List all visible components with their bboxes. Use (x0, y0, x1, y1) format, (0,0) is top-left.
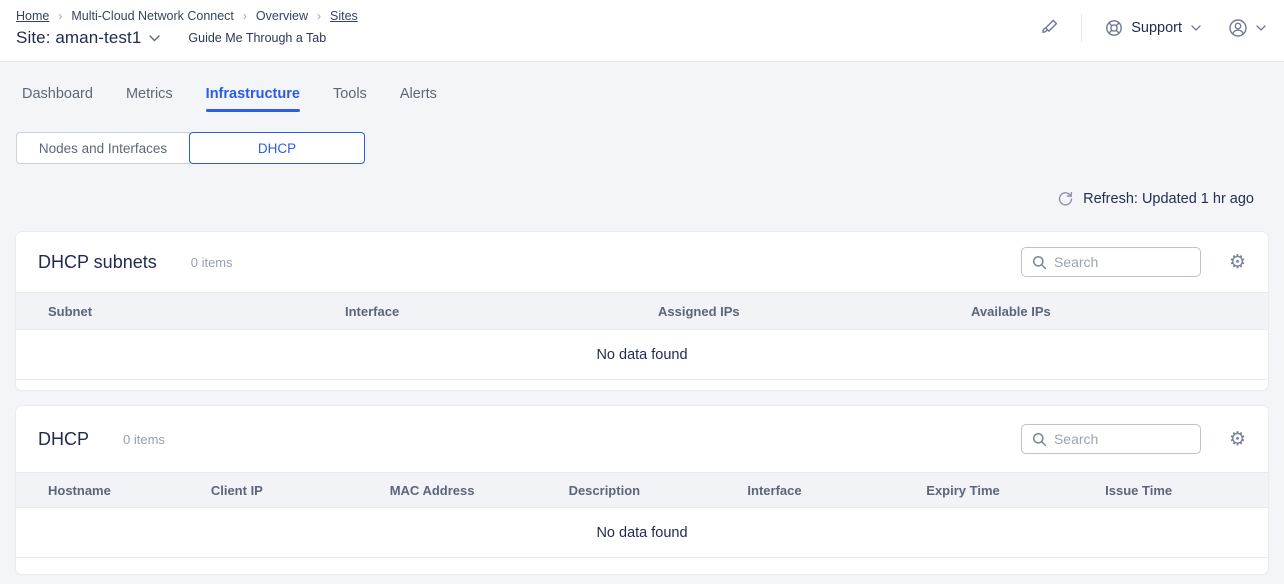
tab-metrics[interactable]: Metrics (126, 86, 173, 112)
header-actions: Support (1039, 14, 1266, 42)
breadcrumb-mcn-connect: Multi-Cloud Network Connect (71, 9, 234, 23)
breadcrumb-separator: › (58, 9, 62, 23)
table-settings-gear-icon[interactable]: ⚙ (1229, 430, 1246, 449)
column-header-mac-address: MAC Address (374, 483, 553, 498)
breadcrumb-sites[interactable]: Sites (330, 9, 358, 23)
column-header-expiry-time: Expiry Time (910, 483, 1089, 498)
column-header-client-ip: Client IP (195, 483, 374, 498)
tab-tools[interactable]: Tools (333, 86, 367, 112)
column-header-assigned-ips: Assigned IPs (642, 304, 955, 319)
refresh-button[interactable]: Refresh: Updated 1 hr ago (1057, 190, 1254, 207)
dhcp-subnets-empty-state: No data found (16, 330, 1268, 380)
subtab-nodes-and-interfaces[interactable]: Nodes and Interfaces (16, 132, 190, 164)
column-header-available-ips: Available IPs (955, 304, 1268, 319)
search-icon (1032, 255, 1047, 270)
guide-me-button[interactable]: Guide Me Through a Tab (188, 31, 326, 45)
breadcrumb-overview: Overview (256, 9, 308, 23)
breadcrumb-separator: › (317, 9, 321, 23)
dhcp-search (1021, 424, 1201, 454)
column-header-subnet: Subnet (16, 304, 329, 319)
column-header-description: Description (553, 483, 732, 498)
dhcp-panel-header: DHCP 0 items ⚙ (16, 406, 1268, 472)
dhcp-subnets-table-footer (16, 380, 1268, 390)
support-menu-button[interactable]: Support (1104, 18, 1201, 38)
paintbrush-icon (1039, 17, 1061, 39)
dhcp-panel: DHCP 0 items ⚙ Hostname Client IP MAC Ad… (16, 406, 1268, 574)
lifebuoy-icon (1104, 18, 1124, 38)
dhcp-subnets-panel: DHCP subnets 0 items ⚙ Subnet Interface … (16, 232, 1268, 390)
account-chevron-down-icon (1256, 25, 1266, 31)
search-icon (1032, 432, 1047, 447)
column-header-interface: Interface (329, 304, 642, 319)
dhcp-title: DHCP (38, 429, 89, 450)
dhcp-subnets-search (1021, 247, 1201, 277)
subtab-dhcp[interactable]: DHCP (189, 132, 365, 164)
support-chevron-down-icon (1191, 25, 1201, 31)
infrastructure-subtab-group: Nodes and Interfaces DHCP (16, 132, 365, 164)
column-header-issue-time: Issue Time (1089, 483, 1268, 498)
refresh-row: Refresh: Updated 1 hr ago (0, 190, 1254, 207)
refresh-label: Refresh: Updated 1 hr ago (1083, 191, 1254, 207)
search-input[interactable] (1054, 254, 1190, 270)
account-menu-button[interactable] (1227, 17, 1266, 39)
tab-infrastructure[interactable]: Infrastructure (206, 86, 300, 112)
site-switcher-chevron-down-icon[interactable] (149, 35, 160, 42)
breadcrumb-home[interactable]: Home (16, 9, 49, 23)
header-divider (1081, 14, 1082, 42)
page-title: Site: aman-test1 (16, 28, 141, 48)
breadcrumb-separator: › (243, 9, 247, 23)
dhcp-subnets-panel-header: DHCP subnets 0 items ⚙ (16, 232, 1268, 292)
user-avatar-icon (1227, 17, 1249, 39)
support-label: Support (1131, 20, 1182, 36)
theme-paintbrush-button[interactable] (1039, 17, 1061, 39)
column-header-hostname: Hostname (16, 483, 195, 498)
dhcp-empty-state: No data found (16, 508, 1268, 558)
main-tab-bar: Dashboard Metrics Infrastructure Tools A… (0, 62, 1284, 112)
tab-alerts[interactable]: Alerts (400, 86, 437, 112)
dhcp-subnets-item-count: 0 items (191, 255, 233, 270)
refresh-icon (1057, 190, 1074, 207)
dhcp-item-count: 0 items (123, 432, 165, 447)
dhcp-subnets-title: DHCP subnets (38, 252, 157, 273)
column-header-interface: Interface (731, 483, 910, 498)
dhcp-table-footer (16, 558, 1268, 574)
page-header: Home › Multi-Cloud Network Connect › Ove… (0, 0, 1284, 62)
tab-dashboard[interactable]: Dashboard (22, 86, 93, 112)
table-settings-gear-icon[interactable]: ⚙ (1229, 253, 1246, 272)
dhcp-subnets-table-header: Subnet Interface Assigned IPs Available … (16, 292, 1268, 330)
search-input[interactable] (1054, 431, 1190, 447)
dhcp-table-header: Hostname Client IP MAC Address Descripti… (16, 472, 1268, 508)
